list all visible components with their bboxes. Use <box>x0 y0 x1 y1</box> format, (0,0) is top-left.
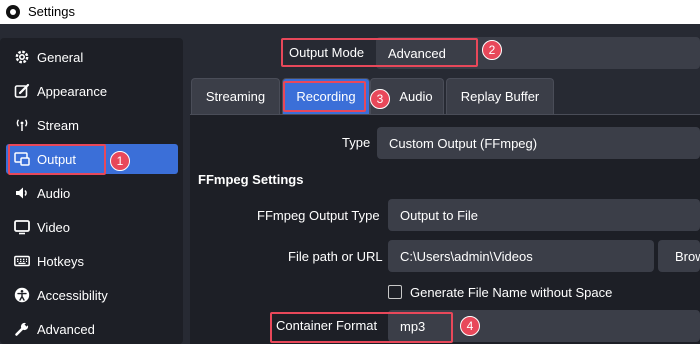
badge-number: 2 <box>488 43 496 57</box>
sidebar-item-label: Accessibility <box>37 287 108 303</box>
browse-label: Brow <box>675 248 700 264</box>
speaker-icon <box>16 187 27 199</box>
ffmpeg-settings-heading: FFmpeg Settings <box>198 172 304 187</box>
generate-name-checkbox[interactable] <box>388 285 402 299</box>
sidebar-item-label: Hotkeys <box>37 253 84 269</box>
ffmpeg-output-type-label: FFmpeg Output Type <box>257 208 380 223</box>
window-title: Settings <box>28 4 75 19</box>
highlight-output-mode <box>281 38 478 67</box>
badge-number: 1 <box>116 154 124 168</box>
tab-label: Replay Buffer <box>460 89 540 104</box>
sidebar-item-hotkeys[interactable]: Hotkeys <box>6 246 178 276</box>
paintbrush-icon <box>14 83 30 98</box>
title-bar: Settings <box>0 0 700 24</box>
badge-number: 3 <box>376 92 384 106</box>
tab-replay-buffer[interactable]: Replay Buffer <box>446 78 554 114</box>
sidebar-item-appearance[interactable]: Appearance <box>6 76 178 106</box>
type-value: Custom Output (FFmpeg) <box>389 135 538 151</box>
tab-label: Audio <box>399 89 433 104</box>
sidebar-item-advanced[interactable]: Advanced <box>6 314 178 344</box>
step-badge-3: 3 <box>370 89 390 109</box>
highlight-recording-tab <box>283 81 366 112</box>
sidebar-item-label: Stream <box>37 117 79 133</box>
generate-name-label: Generate File Name without Space <box>410 285 613 300</box>
browse-button[interactable]: Brow <box>658 240 700 272</box>
type-select[interactable]: Custom Output (FFmpeg) <box>377 127 700 159</box>
file-path-input[interactable]: C:\Users\admin\Videos <box>388 240 654 272</box>
badge-number: 4 <box>466 319 474 333</box>
ffmpeg-output-type-value: Output to File <box>400 207 479 223</box>
file-path-label: File path or URL <box>288 249 383 264</box>
accessibility-icon <box>14 287 30 303</box>
obs-logo-icon <box>6 5 20 19</box>
broadcast-icon <box>16 119 28 131</box>
display-icon <box>14 220 30 235</box>
highlight-container-format <box>270 312 453 343</box>
sidebar-item-label: Appearance <box>37 83 108 99</box>
step-badge-4: 4 <box>460 316 480 336</box>
step-badge-2: 2 <box>482 40 502 60</box>
sidebar-item-label: Advanced <box>37 321 95 337</box>
wrench-icon <box>15 321 30 336</box>
tab-label: Streaming <box>205 89 266 104</box>
ffmpeg-output-type-select[interactable]: Output to File <box>388 199 700 231</box>
sidebar-item-label: General <box>37 49 84 65</box>
sidebar-item-general[interactable]: General <box>6 42 178 72</box>
sidebar-item-video[interactable]: Video <box>6 212 178 242</box>
file-path-value: C:\Users\admin\Videos <box>400 248 533 264</box>
sidebar-item-audio[interactable]: Audio <box>6 178 178 208</box>
sidebar-item-label: Audio <box>37 185 71 201</box>
gear-icon <box>15 50 29 64</box>
settings-sidebar: General Appearance Stream Output Audio V… <box>0 38 183 344</box>
tab-streaming[interactable]: Streaming <box>191 78 280 114</box>
sidebar-item-label: Video <box>37 219 71 235</box>
sidebar-item-accessibility[interactable]: Accessibility <box>6 280 178 310</box>
sidebar-item-stream[interactable]: Stream <box>6 110 178 140</box>
type-label: Type <box>342 135 371 150</box>
highlight-output-nav <box>8 144 106 175</box>
keyboard-icon <box>14 255 30 267</box>
step-badge-1: 1 <box>110 151 130 171</box>
